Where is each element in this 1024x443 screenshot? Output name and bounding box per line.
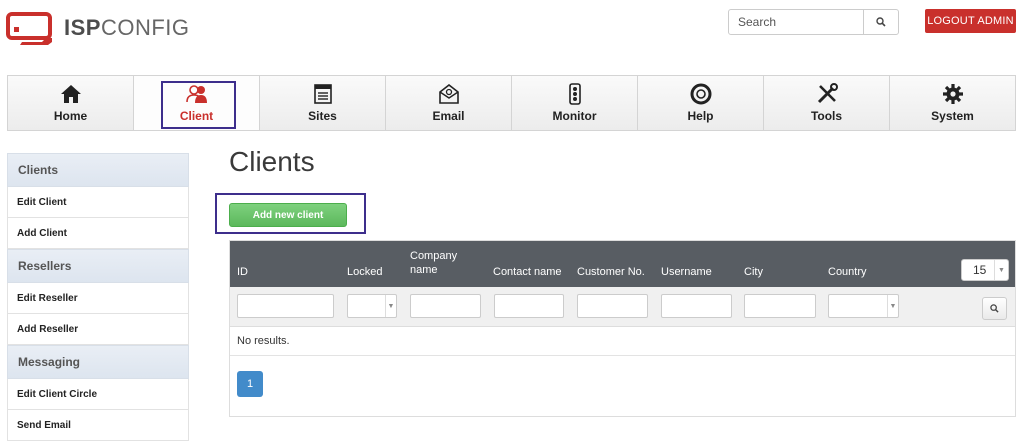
tab-sites[interactable]: Sites	[260, 76, 386, 130]
client-icon	[185, 83, 208, 105]
filter-country-select[interactable]: ▼	[828, 294, 899, 318]
tab-label: Client	[179, 109, 214, 123]
filter-row: ▼ ▼	[230, 287, 1015, 327]
tab-label: System	[931, 109, 974, 123]
main-nav: Home Client Sites Email Monitor Help Too…	[7, 75, 1016, 131]
tab-label: Email	[432, 109, 465, 123]
tab-label: Monitor	[552, 109, 597, 123]
chevron-down-icon: ▼	[994, 260, 1008, 280]
gear-icon	[942, 83, 964, 105]
sidebar-item-send-email[interactable]: Send Email	[7, 410, 189, 441]
filter-company-input[interactable]	[410, 294, 481, 318]
search-box	[728, 9, 899, 35]
sidebar-item-edit-reseller[interactable]: Edit Reseller	[7, 283, 189, 314]
tab-label: Home	[53, 109, 88, 123]
tab-label: Sites	[308, 109, 337, 123]
page-title: Clients	[229, 146, 315, 177]
column-header-contact-name[interactable]: Contact name	[493, 265, 561, 279]
email-icon	[438, 83, 460, 105]
sidebar-item-add-client[interactable]: Add Client	[7, 218, 189, 249]
filter-customer-no-input[interactable]	[577, 294, 648, 318]
tab-system[interactable]: System	[890, 76, 1015, 130]
tab-label: Tools	[810, 109, 843, 123]
sidebar-section-clients: Clients	[7, 153, 189, 187]
filter-locked-select[interactable]: ▼	[347, 294, 397, 318]
pagination-page-1[interactable]: 1	[237, 371, 263, 397]
filter-city-input[interactable]	[744, 294, 816, 318]
filter-id-input[interactable]	[237, 294, 334, 318]
clients-table: ID Locked Company name Contact name Cust…	[229, 240, 1016, 417]
tab-email[interactable]: Email	[386, 76, 512, 130]
table-header: ID Locked Company name Contact name Cust…	[230, 241, 1015, 287]
column-header-locked[interactable]: Locked	[347, 265, 382, 279]
monitor-icon	[564, 83, 586, 105]
column-header-username[interactable]: Username	[661, 265, 712, 279]
chevron-down-icon: ▼	[385, 295, 396, 317]
rows-per-page-value: 15	[973, 263, 987, 277]
home-icon	[60, 83, 82, 105]
column-header-country[interactable]: Country	[828, 265, 867, 279]
filter-username-input[interactable]	[661, 294, 732, 318]
add-new-client-button[interactable]: Add new client	[229, 203, 347, 227]
empty-results-message: No results.	[230, 327, 1015, 356]
filter-contact-input[interactable]	[494, 294, 564, 318]
tab-monitor[interactable]: Monitor	[512, 76, 638, 130]
logo-wordmark: ISPCONFIG	[64, 15, 190, 40]
sidebar-item-add-reseller[interactable]: Add Reseller	[7, 314, 189, 345]
sidebar-section-resellers: Resellers	[7, 249, 189, 283]
sidebar-item-edit-client-circle[interactable]: Edit Client Circle	[7, 379, 189, 410]
column-header-company-name[interactable]: Company name	[410, 249, 470, 277]
chevron-down-icon: ▼	[887, 295, 898, 317]
help-icon	[690, 83, 712, 105]
column-header-customer-no[interactable]: Customer No.	[577, 265, 645, 279]
tab-home[interactable]: Home	[8, 76, 134, 130]
sidebar: Clients Edit Client Add Client Resellers…	[7, 153, 189, 441]
search-button[interactable]	[864, 10, 898, 34]
tab-label: Help	[687, 109, 714, 123]
sidebar-section-messaging: Messaging	[7, 345, 189, 379]
column-header-id[interactable]: ID	[237, 265, 248, 279]
logo-icon	[6, 12, 52, 45]
sidebar-item-edit-client[interactable]: Edit Client	[7, 187, 189, 218]
search-icon	[876, 17, 886, 27]
tab-tools[interactable]: Tools	[764, 76, 890, 130]
rows-per-page-select[interactable]: 15 ▼	[961, 259, 1009, 281]
search-icon	[990, 304, 999, 313]
filter-search-button[interactable]	[982, 297, 1007, 320]
search-input[interactable]	[729, 10, 864, 34]
sites-icon	[312, 83, 334, 105]
logout-button[interactable]: LOGOUT ADMIN	[925, 9, 1016, 33]
column-header-city[interactable]: City	[744, 265, 763, 279]
tab-help[interactable]: Help	[638, 76, 764, 130]
app-logo[interactable]: ISPCONFIG	[6, 10, 189, 46]
tab-client[interactable]: Client	[134, 76, 260, 130]
tools-icon	[816, 83, 838, 105]
